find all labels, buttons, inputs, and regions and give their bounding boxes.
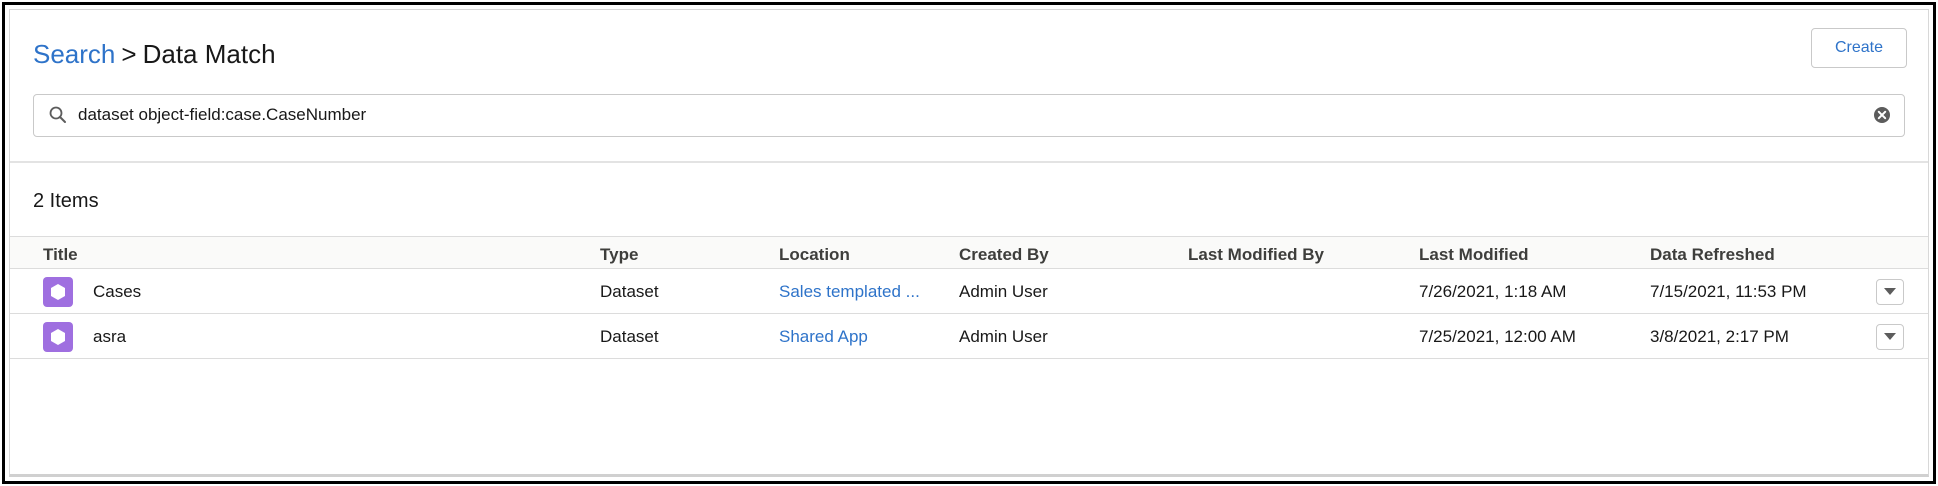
dataset-icon xyxy=(43,322,73,352)
row-data-refreshed: 7/15/2021, 11:53 PM xyxy=(1650,282,1807,301)
chevron-down-icon xyxy=(1884,288,1896,295)
clear-icon[interactable] xyxy=(1872,105,1892,125)
breadcrumb: Search > Data Match xyxy=(33,37,276,71)
table-header: Title Type Location Created By Last Modi… xyxy=(10,236,1928,269)
row-type: Dataset xyxy=(600,282,659,301)
column-header-created-by[interactable]: Created By xyxy=(959,245,1049,265)
search-icon xyxy=(49,106,66,123)
row-title[interactable]: asra xyxy=(93,327,126,347)
row-last-modified: 7/25/2021, 12:00 AM xyxy=(1419,327,1576,346)
column-header-location[interactable]: Location xyxy=(779,245,939,265)
row-location-link[interactable]: Sales templated ... xyxy=(779,282,939,302)
table-row[interactable]: Cases Dataset Sales templated ... Admin … xyxy=(10,269,1928,314)
column-header-type[interactable]: Type xyxy=(600,245,638,265)
row-created-by: Admin User xyxy=(959,327,1048,346)
dataset-icon xyxy=(43,277,73,307)
breadcrumb-separator: > xyxy=(121,39,137,69)
column-header-data-refreshed[interactable]: Data Refreshed xyxy=(1650,245,1775,265)
table-row[interactable]: asra Dataset Shared App Admin User 7/25/… xyxy=(10,314,1928,359)
row-title[interactable]: Cases xyxy=(93,282,141,302)
header: Search > Data Match Create xyxy=(10,10,1928,163)
item-count: 2 Items xyxy=(33,190,99,212)
create-button[interactable]: Create xyxy=(1811,28,1907,68)
row-created-by: Admin User xyxy=(959,282,1048,301)
row-actions-button[interactable] xyxy=(1876,279,1904,305)
column-header-last-modified-by[interactable]: Last Modified By xyxy=(1188,245,1324,265)
column-header-last-modified[interactable]: Last Modified xyxy=(1419,245,1529,265)
row-location-link[interactable]: Shared App xyxy=(779,327,939,347)
results-table: Title Type Location Created By Last Modi… xyxy=(10,236,1928,359)
row-actions-button[interactable] xyxy=(1876,324,1904,350)
page-title: Data Match xyxy=(142,39,276,69)
breadcrumb-search-link[interactable]: Search xyxy=(33,39,115,69)
chevron-down-icon xyxy=(1884,333,1896,340)
row-type: Dataset xyxy=(600,327,659,346)
column-header-title[interactable]: Title xyxy=(43,245,78,265)
row-last-modified: 7/26/2021, 1:18 AM xyxy=(1419,282,1567,301)
window-frame: Search>Data Match Create 2 Items Title xyxy=(2,2,1936,484)
search-input[interactable] xyxy=(78,95,1860,134)
search-box xyxy=(33,94,1905,137)
search-results-panel: Search>Data Match Create 2 Items Title xyxy=(9,9,1929,477)
row-data-refreshed: 3/8/2021, 2:17 PM xyxy=(1650,327,1789,346)
